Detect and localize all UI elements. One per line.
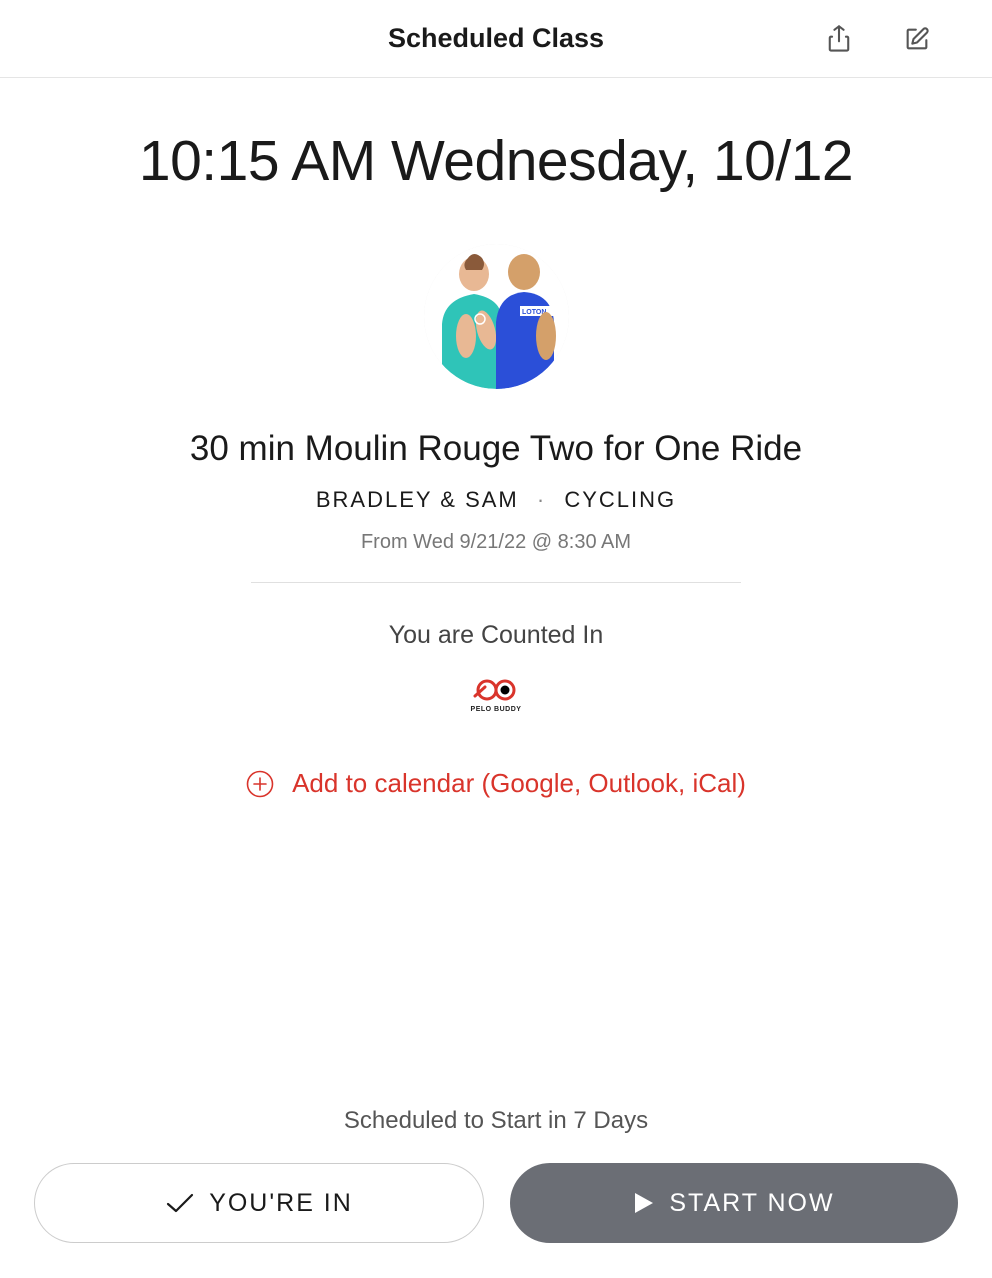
class-meta: BRADLEY & SAM · CYCLING [40,487,952,513]
play-icon [633,1191,655,1215]
bottom-bar: Scheduled to Start in 7 Days YOU'RE IN S… [0,1107,992,1243]
header-bar: Scheduled Class [0,0,992,78]
share-icon[interactable] [824,24,854,54]
meta-separator: · [537,487,546,512]
edit-icon[interactable] [902,24,932,54]
add-to-calendar-button[interactable]: Add to calendar (Google, Outlook, iCal) [40,768,952,799]
counted-in-label: You are Counted In [40,621,952,650]
header-actions [824,24,932,54]
checkmark-icon [165,1192,195,1214]
youre-in-button[interactable]: YOU'RE IN [34,1163,484,1243]
badge-icon [473,678,519,702]
instructor-photo: LOTON [424,244,569,389]
badge-label: PELO BUDDY [471,706,522,713]
instructors-label: BRADLEY & SAM [316,487,519,512]
youre-in-label: YOU'RE IN [209,1189,353,1218]
divider [251,582,741,583]
category-label: CYCLING [564,487,676,512]
class-datetime: 10:15 AM Wednesday, 10/12 [40,128,952,194]
add-calendar-label: Add to calendar (Google, Outlook, iCal) [292,768,746,799]
class-name: 30 min Moulin Rouge Two for One Ride [40,429,952,469]
plus-circle-icon [246,770,274,798]
page-title: Scheduled Class [388,23,604,54]
start-now-button[interactable]: START NOW [510,1163,958,1243]
button-row: YOU'RE IN START NOW [34,1163,958,1243]
from-date: From Wed 9/21/22 @ 8:30 AM [40,531,952,554]
user-badge[interactable]: PELO BUDDY [468,678,524,713]
scheduled-countdown: Scheduled to Start in 7 Days [34,1107,958,1135]
main-content: 10:15 AM Wednesday, 10/12 LOTON [0,78,992,799]
start-now-label: START NOW [669,1189,834,1218]
